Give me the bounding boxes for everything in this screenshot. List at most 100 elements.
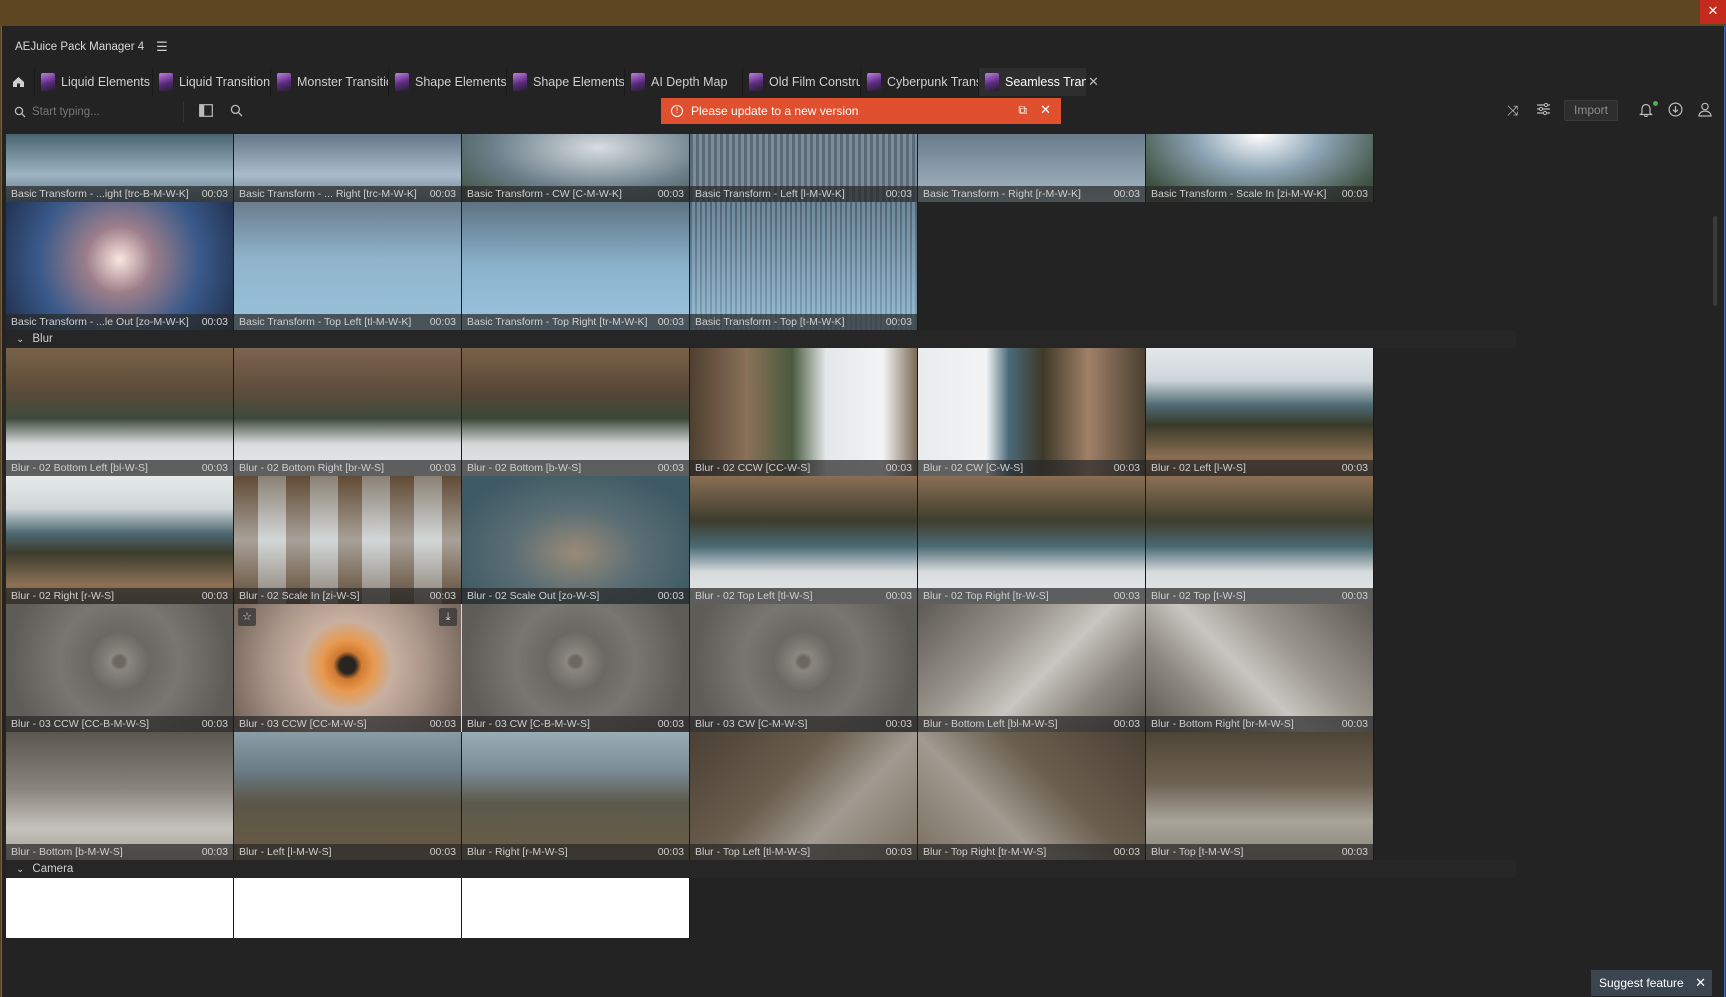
preset-tile[interactable]: Blur - 02 Bottom Left [bl-W-S] 00:03 bbox=[6, 348, 234, 476]
section-title: Camera bbox=[32, 863, 74, 875]
notification-dot bbox=[1653, 101, 1658, 106]
tab-liquid-transitions[interactable]: Liquid Transitions bbox=[152, 68, 270, 96]
tab-label: Seamless Transitions bbox=[1005, 75, 1086, 89]
search-box bbox=[14, 102, 184, 122]
preset-tile[interactable]: Basic Transform - Top Left [tl-M-W-K] 00:… bbox=[234, 202, 462, 330]
pack-icon bbox=[749, 73, 763, 91]
tab-monster-transitions[interactable]: Monster Transitions bbox=[270, 68, 388, 96]
section-header-camera[interactable]: ⌄ Camera bbox=[6, 860, 1516, 878]
preset-tile[interactable]: Blur - 02 Bottom Right [br-W-S] 00:03 bbox=[234, 348, 462, 476]
tab-label: Liquid Elements bbox=[61, 75, 150, 89]
preset-tile[interactable]: Blur - 02 CCW [CC-W-S] 00:03 bbox=[690, 348, 918, 476]
scrollbar[interactable] bbox=[1713, 216, 1717, 306]
download-icon[interactable] bbox=[1668, 102, 1683, 120]
preset-tile[interactable]: Blur - Bottom Right [br-M-W-S] 00:03 bbox=[1146, 604, 1374, 732]
tab-label: Monster Transitions bbox=[297, 75, 388, 89]
preset-tile-loading[interactable] bbox=[6, 878, 234, 938]
preset-tile[interactable]: Blur - Top Left [tl-M-W-S] 00:03 bbox=[690, 732, 918, 860]
tab-label: Cyberpunk Transitions bbox=[887, 75, 978, 89]
pack-icon bbox=[631, 73, 645, 91]
pack-icon bbox=[159, 73, 173, 91]
tab-shape-elements-2[interactable]: Shape Elements bbox=[506, 68, 624, 96]
tab-label: Shape Elements bbox=[533, 75, 624, 89]
preset-tile[interactable]: Basic Transform - Scale In [zi-M-W-K] 00:… bbox=[1146, 134, 1374, 202]
preset-tile[interactable]: Basic Transform - Top Right [tr-M-W-K] 00… bbox=[462, 202, 690, 330]
menu-icon[interactable]: ☰ bbox=[156, 39, 168, 55]
desktop-strip bbox=[0, 0, 1726, 26]
preset-tile[interactable]: Blur - Left [l-M-W-S] 00:03 bbox=[234, 732, 462, 860]
pack-icon bbox=[513, 73, 527, 91]
preset-tile[interactable]: Basic Transform - Top [t-M-W-K] 00:03 bbox=[690, 202, 918, 330]
preset-tile[interactable]: Blur - 02 Bottom [b-W-S] 00:03 bbox=[462, 348, 690, 476]
tab-close-icon[interactable]: ✕ bbox=[1088, 74, 1099, 90]
tab-cyberpunk-transitions[interactable]: Cyberpunk Transitions bbox=[860, 68, 978, 96]
section-header-blur[interactable]: ⌄ Blur bbox=[6, 330, 1516, 348]
pack-icon bbox=[41, 73, 55, 91]
preset-tile[interactable]: Blur - 03 CW [C-B-M-W-S] 00:03 bbox=[462, 604, 690, 732]
preset-tile[interactable]: Blur - Top Right [tr-M-W-S] 00:03 bbox=[918, 732, 1146, 860]
chevron-down-icon: ⌄ bbox=[16, 333, 25, 345]
shuffle-icon[interactable]: ⤨ bbox=[1507, 102, 1518, 119]
preset-tile[interactable]: Basic Transform - ...le Out [zo-M-W-K] 00… bbox=[6, 202, 234, 330]
preset-tile[interactable]: Blur - 02 Left [l-W-S] 00:03 bbox=[1146, 348, 1374, 476]
bell-icon[interactable] bbox=[1639, 102, 1653, 120]
preset-tile[interactable]: Blur - Bottom [b-M-W-S] 00:03 bbox=[6, 732, 234, 860]
title-bar: AEJuice Pack Manager 4 ☰ bbox=[2, 26, 1724, 68]
pack-icon bbox=[985, 73, 999, 91]
preset-tile[interactable]: Basic Transform - Right [r-M-W-K] 00:03 bbox=[918, 134, 1146, 202]
preset-tile[interactable]: Blur - 02 Scale In [zi-W-S] 00:03 bbox=[234, 476, 462, 604]
pack-icon bbox=[395, 73, 409, 91]
search-icon bbox=[14, 106, 26, 118]
home-tab[interactable] bbox=[2, 68, 34, 96]
preset-tile[interactable]: Basic Transform - ... Right [trc-M-W-K] 0… bbox=[234, 134, 462, 202]
preset-tile[interactable]: Basic Transform - CW [C-M-W-K] 00:03 bbox=[462, 134, 690, 202]
tab-label: AI Depth Map bbox=[651, 75, 728, 89]
close-icon[interactable]: ✕ bbox=[1040, 102, 1051, 118]
import-button[interactable]: Import bbox=[1564, 100, 1618, 121]
info-icon: ! bbox=[671, 105, 683, 117]
pack-icon bbox=[277, 73, 291, 91]
preset-tile-selected[interactable]: ☆ ⤓ Blur - 03 CCW [CC-M-W-S] 00:03 bbox=[234, 604, 462, 732]
preset-tile[interactable]: Blur - 02 CW [C-W-S] 00:03 bbox=[918, 348, 1146, 476]
close-icon[interactable]: ✕ bbox=[1695, 975, 1706, 991]
app-title: AEJuice Pack Manager 4 bbox=[15, 41, 145, 53]
home-icon bbox=[12, 77, 24, 87]
section-title: Blur bbox=[32, 333, 53, 345]
tab-ai-depth-map[interactable]: AI Depth Map bbox=[624, 68, 742, 96]
external-link-icon[interactable]: ⧉ bbox=[1018, 103, 1027, 118]
preset-tile-loading[interactable] bbox=[462, 878, 690, 938]
suggest-feature-label: Suggest feature bbox=[1599, 976, 1684, 990]
preset-tile[interactable]: Blur - 02 Top Right [tr-W-S] 00:03 bbox=[918, 476, 1146, 604]
preset-tile[interactable]: Blur - Right [r-M-W-S] 00:03 bbox=[462, 732, 690, 860]
preset-tile[interactable]: Blur - 02 Top [t-W-S] 00:03 bbox=[1146, 476, 1374, 604]
tab-label: Liquid Transitions bbox=[179, 75, 270, 89]
tab-seamless-transitions[interactable]: Seamless Transitions bbox=[978, 68, 1086, 96]
tab-label: Old Film Constructor bbox=[769, 75, 860, 89]
preset-tile[interactable]: Blur - 03 CW [C-M-W-S] 00:03 bbox=[690, 604, 918, 732]
search-input[interactable] bbox=[32, 106, 162, 118]
star-icon[interactable]: ☆ bbox=[238, 608, 256, 626]
pack-icon bbox=[867, 73, 881, 91]
preset-tile[interactable]: Blur - 02 Scale Out [zo-W-S] 00:03 bbox=[462, 476, 690, 604]
preset-tile[interactable]: Blur - Top [t-M-W-S] 00:03 bbox=[1146, 732, 1374, 860]
sidebar-toggle-icon[interactable] bbox=[199, 104, 213, 120]
user-icon[interactable] bbox=[1698, 102, 1712, 120]
close-icon[interactable]: ✕ bbox=[1700, 0, 1726, 24]
app-window: AEJuice Pack Manager 4 ☰ Liquid Elements… bbox=[1, 26, 1725, 997]
tab-label: Shape Elements bbox=[415, 75, 506, 89]
search-icon[interactable] bbox=[230, 104, 243, 120]
filter-settings-icon[interactable] bbox=[1536, 102, 1551, 119]
preset-tile-loading[interactable] bbox=[234, 878, 462, 938]
preset-tile[interactable]: Blur - 02 Top Left [tl-W-S] 00:03 bbox=[690, 476, 918, 604]
suggest-feature-button[interactable]: Suggest feature ✕ bbox=[1591, 970, 1712, 996]
tab-liquid-elements[interactable]: Liquid Elements bbox=[34, 68, 152, 96]
preset-tile[interactable]: Basic Transform - ...ight [trc-B-M-W-K] 0… bbox=[6, 134, 234, 202]
download-icon[interactable]: ⤓ bbox=[439, 608, 457, 626]
preset-tile[interactable]: Basic Transform - Left [l-M-W-K] 00:03 bbox=[690, 134, 918, 202]
preset-tile[interactable]: Blur - 02 Right [r-W-S] 00:03 bbox=[6, 476, 234, 604]
preset-tile[interactable]: Blur - Bottom Left [bl-M-W-S] 00:03 bbox=[918, 604, 1146, 732]
update-banner: ! Please update to a new version ⧉ ✕ bbox=[661, 98, 1061, 124]
tab-shape-elements[interactable]: Shape Elements bbox=[388, 68, 506, 96]
preset-tile[interactable]: Blur - 03 CCW [CC-B-M-W-S] 00:03 bbox=[6, 604, 234, 732]
tab-old-film-constructor[interactable]: Old Film Constructor bbox=[742, 68, 860, 96]
